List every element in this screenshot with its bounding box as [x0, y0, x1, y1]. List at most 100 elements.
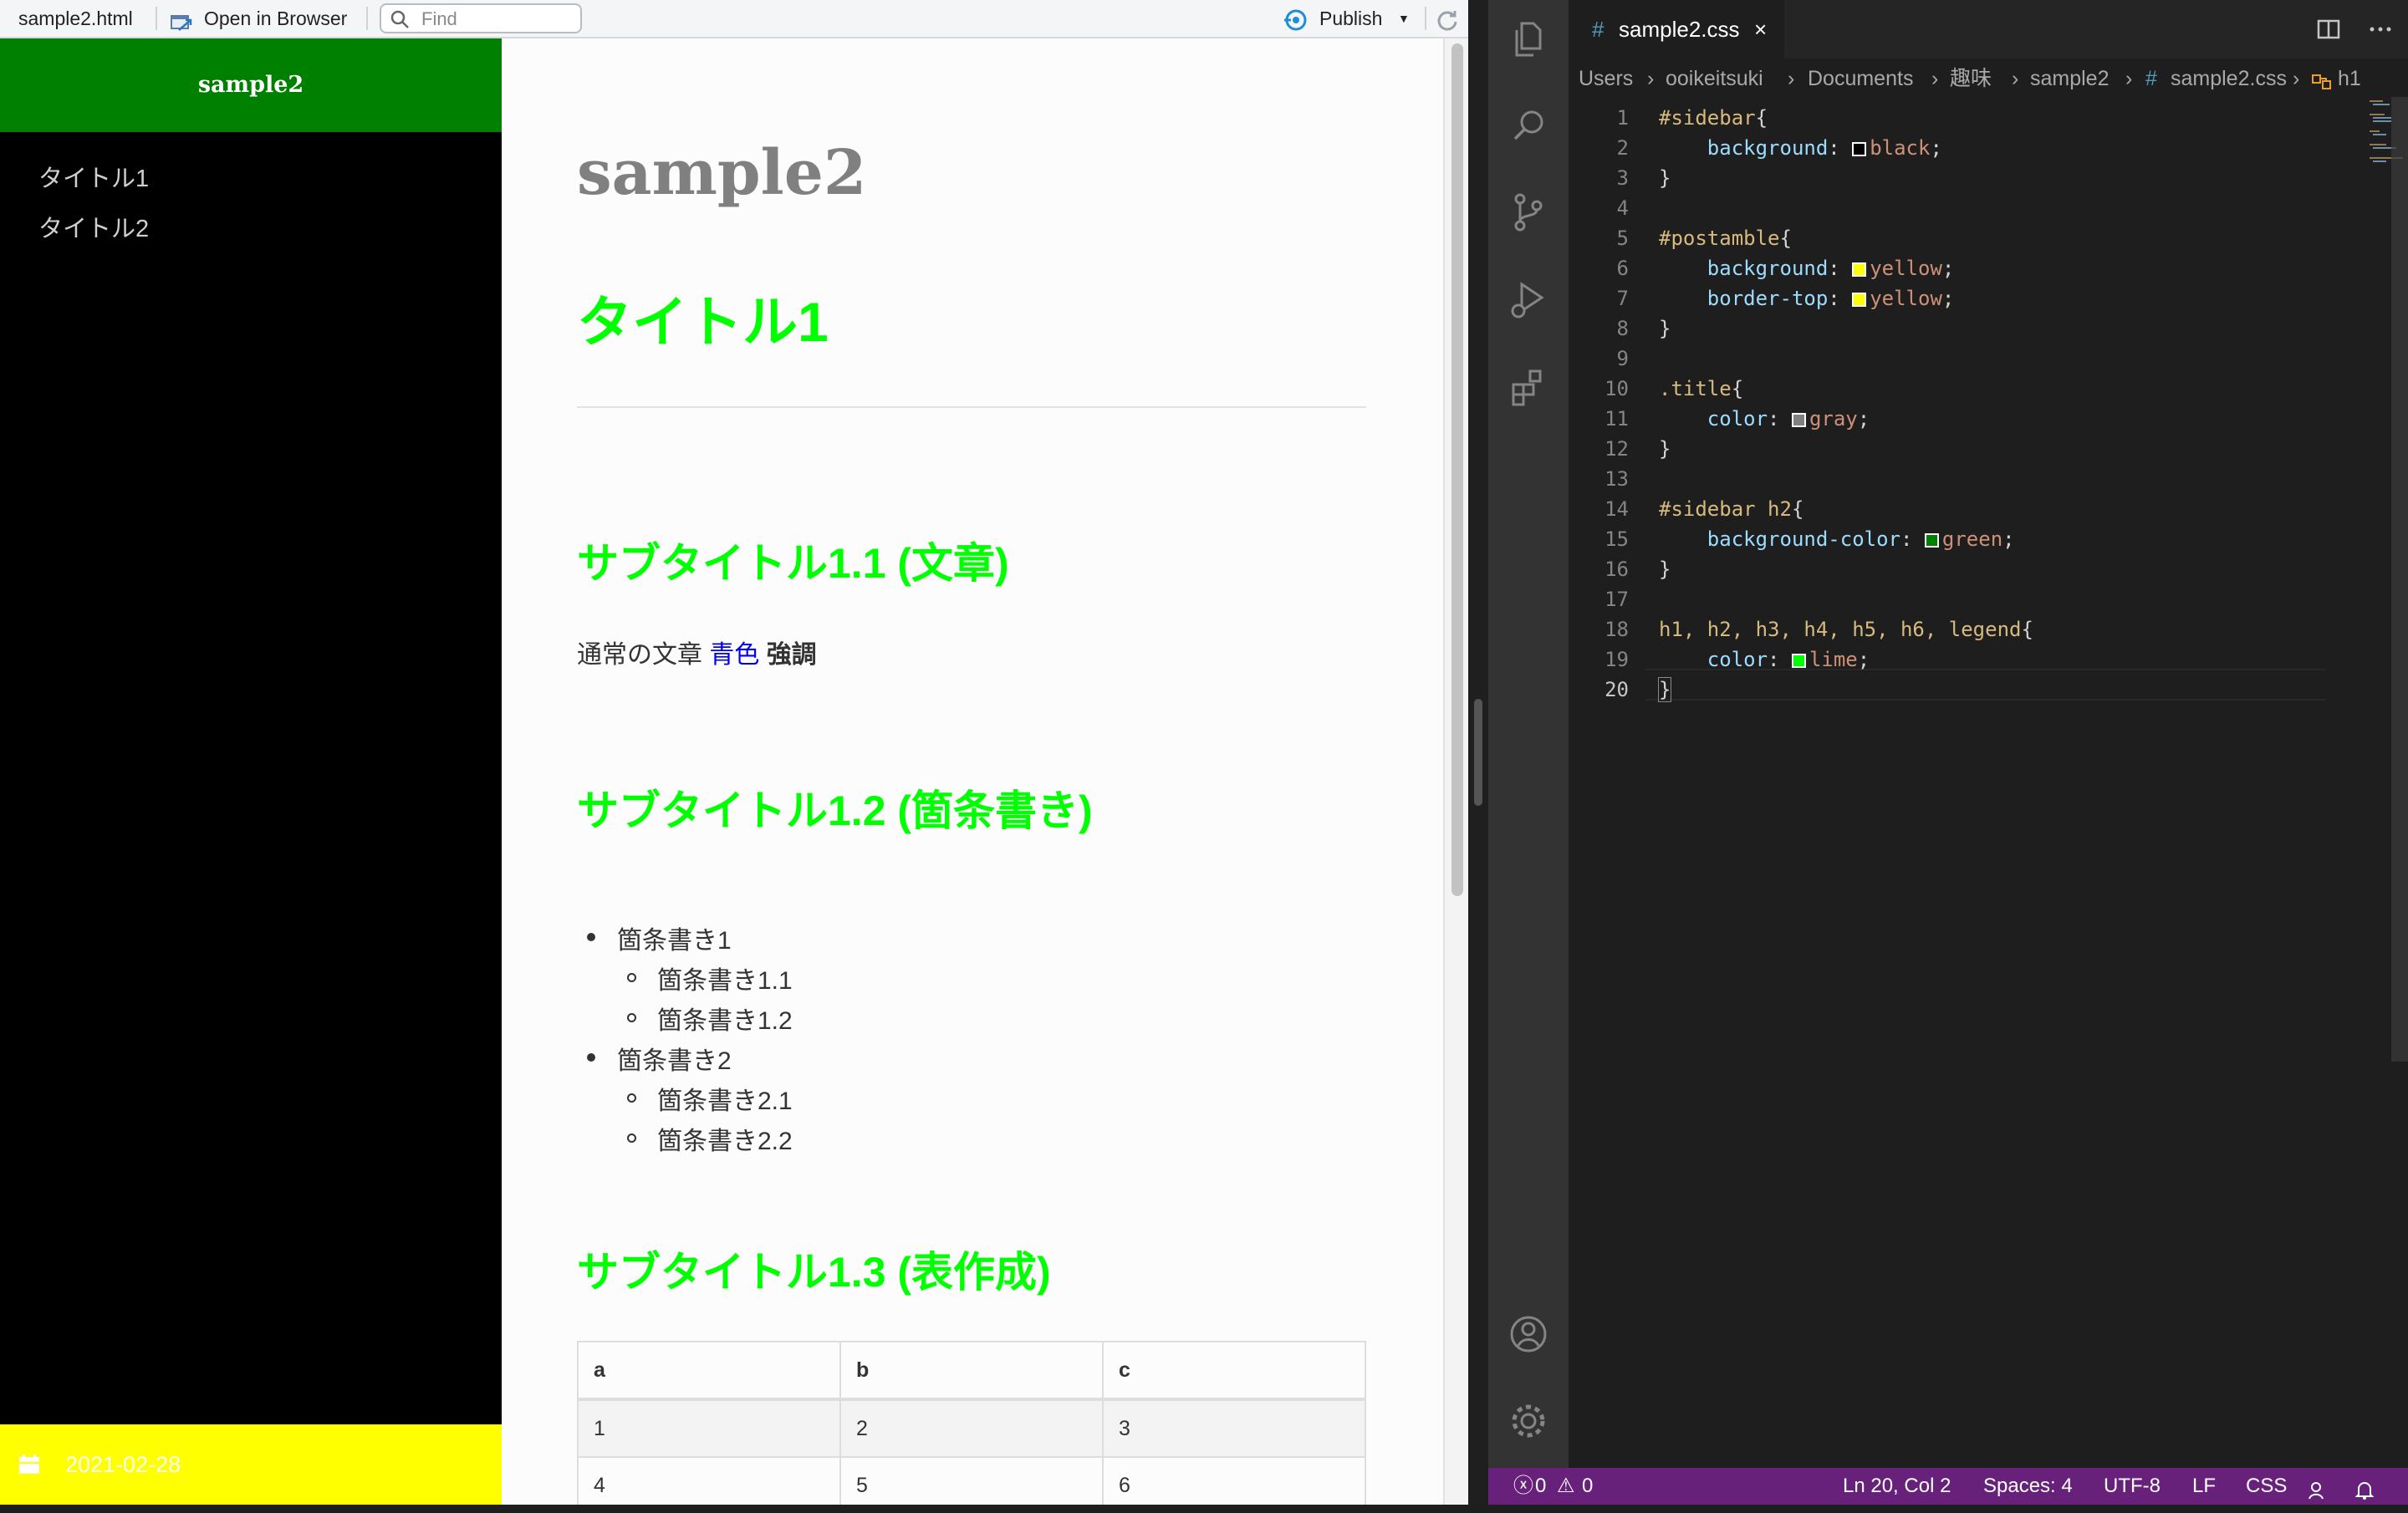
table-cell: 1: [577, 1398, 841, 1458]
paragraph-normal-text: 通常の文章: [577, 641, 702, 669]
more-actions-icon[interactable]: [2365, 13, 2396, 45]
table-header-cell: a: [577, 1341, 841, 1401]
breadcrumb-item[interactable]: 趣味: [1950, 62, 1992, 95]
tab-sample2-css[interactable]: # sample2.css ×: [1569, 0, 1784, 59]
extensions-icon[interactable]: [1505, 363, 1552, 410]
breadcrumb-item[interactable]: sample2: [2030, 62, 2110, 95]
publish-icon[interactable]: [1283, 7, 1309, 31]
toc-item-title2[interactable]: タイトル2: [38, 209, 149, 244]
css-selector: h1, h2, h3, h4, h5, h6, legend: [1659, 618, 2022, 641]
accounts-icon[interactable]: [1505, 1311, 1552, 1358]
paragraph: 通常の文章 青色 強調: [577, 634, 817, 670]
css-property: color: [1707, 407, 1768, 430]
list-item: 箇条書き1.1: [577, 960, 793, 996]
warning-count[interactable]: 0: [1582, 1468, 1593, 1505]
line-ending[interactable]: LF: [2192, 1468, 2216, 1505]
css-value: lime: [1809, 648, 1858, 671]
chevron-right-icon: ›: [2293, 67, 2300, 90]
css-value: gray: [1809, 407, 1858, 430]
viewer-scrollbar[interactable]: [1443, 38, 1468, 1505]
tab-label: sample2.css: [1619, 17, 1740, 42]
toolbar-separator: [1425, 7, 1426, 30]
search-icon[interactable]: [1505, 102, 1552, 149]
document-content: sample2 タイトル1 サブタイトル1.1 (文章) 通常の文章 青色 強調…: [502, 38, 1443, 1505]
breadcrumb-item[interactable]: Users: [1579, 62, 1633, 95]
error-icon[interactable]: ⓧ: [1513, 1468, 1533, 1505]
color-swatch-icon[interactable]: [1852, 142, 1867, 156]
current-line-highlight: [1645, 669, 2326, 700]
editor-scrollbar[interactable]: [2391, 97, 2408, 1062]
code-line: }: [1659, 317, 1671, 340]
css-value: green: [1941, 527, 2003, 551]
error-count[interactable]: 0: [1535, 1468, 1546, 1505]
color-swatch-icon[interactable]: [1924, 533, 1939, 548]
list-item: 箇条書き2: [577, 1040, 732, 1077]
css-value: yellow: [1870, 287, 1942, 310]
find-placeholder: Find: [421, 8, 457, 29]
data-table: a b c 1 2 3 4 5 6: [577, 1341, 1366, 1505]
pane-divider-handle[interactable]: [1474, 699, 1482, 806]
notifications-bell-icon[interactable]: [2354, 1476, 2375, 1500]
code-punctuation: {: [1779, 227, 1792, 250]
close-icon[interactable]: ×: [1754, 0, 1767, 59]
list-item: 箇条書き2.2: [577, 1120, 793, 1157]
publish-dropdown-icon[interactable]: ▼: [1398, 0, 1410, 37]
vscode-window: # sample2.css × Users › ooikeitsuki › Do…: [1488, 0, 2408, 1505]
code-punctuation: {: [1731, 377, 1744, 400]
chevron-right-icon: ›: [1788, 67, 1795, 90]
subtitle-1-1: サブタイトル1.1 (文章): [577, 540, 1009, 587]
breadcrumb-item[interactable]: ooikeitsuki: [1666, 62, 1763, 95]
toc-sidebar: sample2 タイトル1 タイトル2: [0, 38, 502, 1505]
breadcrumb-item[interactable]: sample2.css: [2171, 62, 2287, 95]
table-cell: 6: [1102, 1456, 1366, 1505]
breadcrumb: Users › ooikeitsuki › Documents › 趣味 › s…: [1569, 59, 2408, 97]
subtitle-1-2: サブタイトル1.2 (箇条書き): [577, 787, 1093, 834]
cursor-position[interactable]: Ln 20, Col 2: [1843, 1468, 1951, 1505]
color-swatch-icon[interactable]: [1791, 654, 1806, 668]
source-control-icon[interactable]: [1505, 189, 1552, 236]
code-line: background: black;: [1707, 136, 1942, 160]
chevron-right-icon: ›: [2012, 67, 2019, 90]
line-number: 1: [1616, 106, 1629, 130]
line-number: 11: [1604, 407, 1629, 430]
open-browser-icon[interactable]: [169, 8, 194, 31]
breadcrumb-item[interactable]: h1: [2338, 62, 2361, 95]
css-value: yellow: [1870, 257, 1942, 280]
css-file-icon: #: [2145, 67, 2157, 90]
line-number: 20: [1604, 678, 1629, 701]
warning-icon[interactable]: ⚠: [1557, 1468, 1575, 1505]
css-selector: #sidebar: [1659, 106, 1756, 130]
color-swatch-icon[interactable]: [1791, 413, 1806, 427]
subtitle-1-3: サブタイトル1.3 (表作成): [577, 1249, 1051, 1296]
language-mode[interactable]: CSS: [2246, 1468, 2287, 1505]
color-swatch-icon[interactable]: [1852, 293, 1867, 307]
sidebar-title: sample2: [0, 38, 502, 132]
settings-gear-icon[interactable]: [1505, 1398, 1552, 1444]
line-number: 10: [1604, 377, 1629, 400]
publish-button[interactable]: Publish: [1319, 0, 1382, 37]
line-number: 7: [1616, 287, 1629, 310]
encoding[interactable]: UTF-8: [2104, 1468, 2161, 1505]
css-property: background: [1707, 257, 1829, 280]
indentation[interactable]: Spaces: 4: [1983, 1468, 2073, 1505]
viewer-scrollbar-thumb[interactable]: [1451, 43, 1463, 896]
code-punctuation: }: [1657, 677, 1672, 702]
split-editor-icon[interactable]: [2313, 13, 2344, 45]
feedback-icon[interactable]: [2308, 1476, 2329, 1500]
color-swatch-icon[interactable]: [1852, 262, 1867, 277]
code-editor[interactable]: 1 #sidebar{2 background: black; 3} 4 5 #posta…: [1569, 97, 2408, 1468]
bullet-circle-icon: [627, 1133, 636, 1143]
run-debug-icon[interactable]: [1505, 276, 1552, 323]
refresh-icon[interactable]: [1435, 7, 1460, 31]
bullet-disc-icon: [587, 933, 595, 941]
breadcrumb-item[interactable]: Documents: [1808, 62, 1913, 95]
pane-divider[interactable]: [1468, 0, 1488, 1505]
code-punctuation: }: [1659, 558, 1671, 581]
explorer-icon[interactable]: [1505, 15, 1552, 62]
toc-item-title1[interactable]: タイトル1: [38, 159, 149, 194]
open-in-browser-button[interactable]: Open in Browser: [204, 0, 347, 37]
css-selector: #sidebar h2: [1659, 497, 1792, 521]
toolbar-separator: [366, 7, 368, 30]
find-input[interactable]: Find: [380, 3, 582, 33]
viewer-toolbar: sample2.html Open in Browser Find Publis…: [0, 0, 1468, 38]
